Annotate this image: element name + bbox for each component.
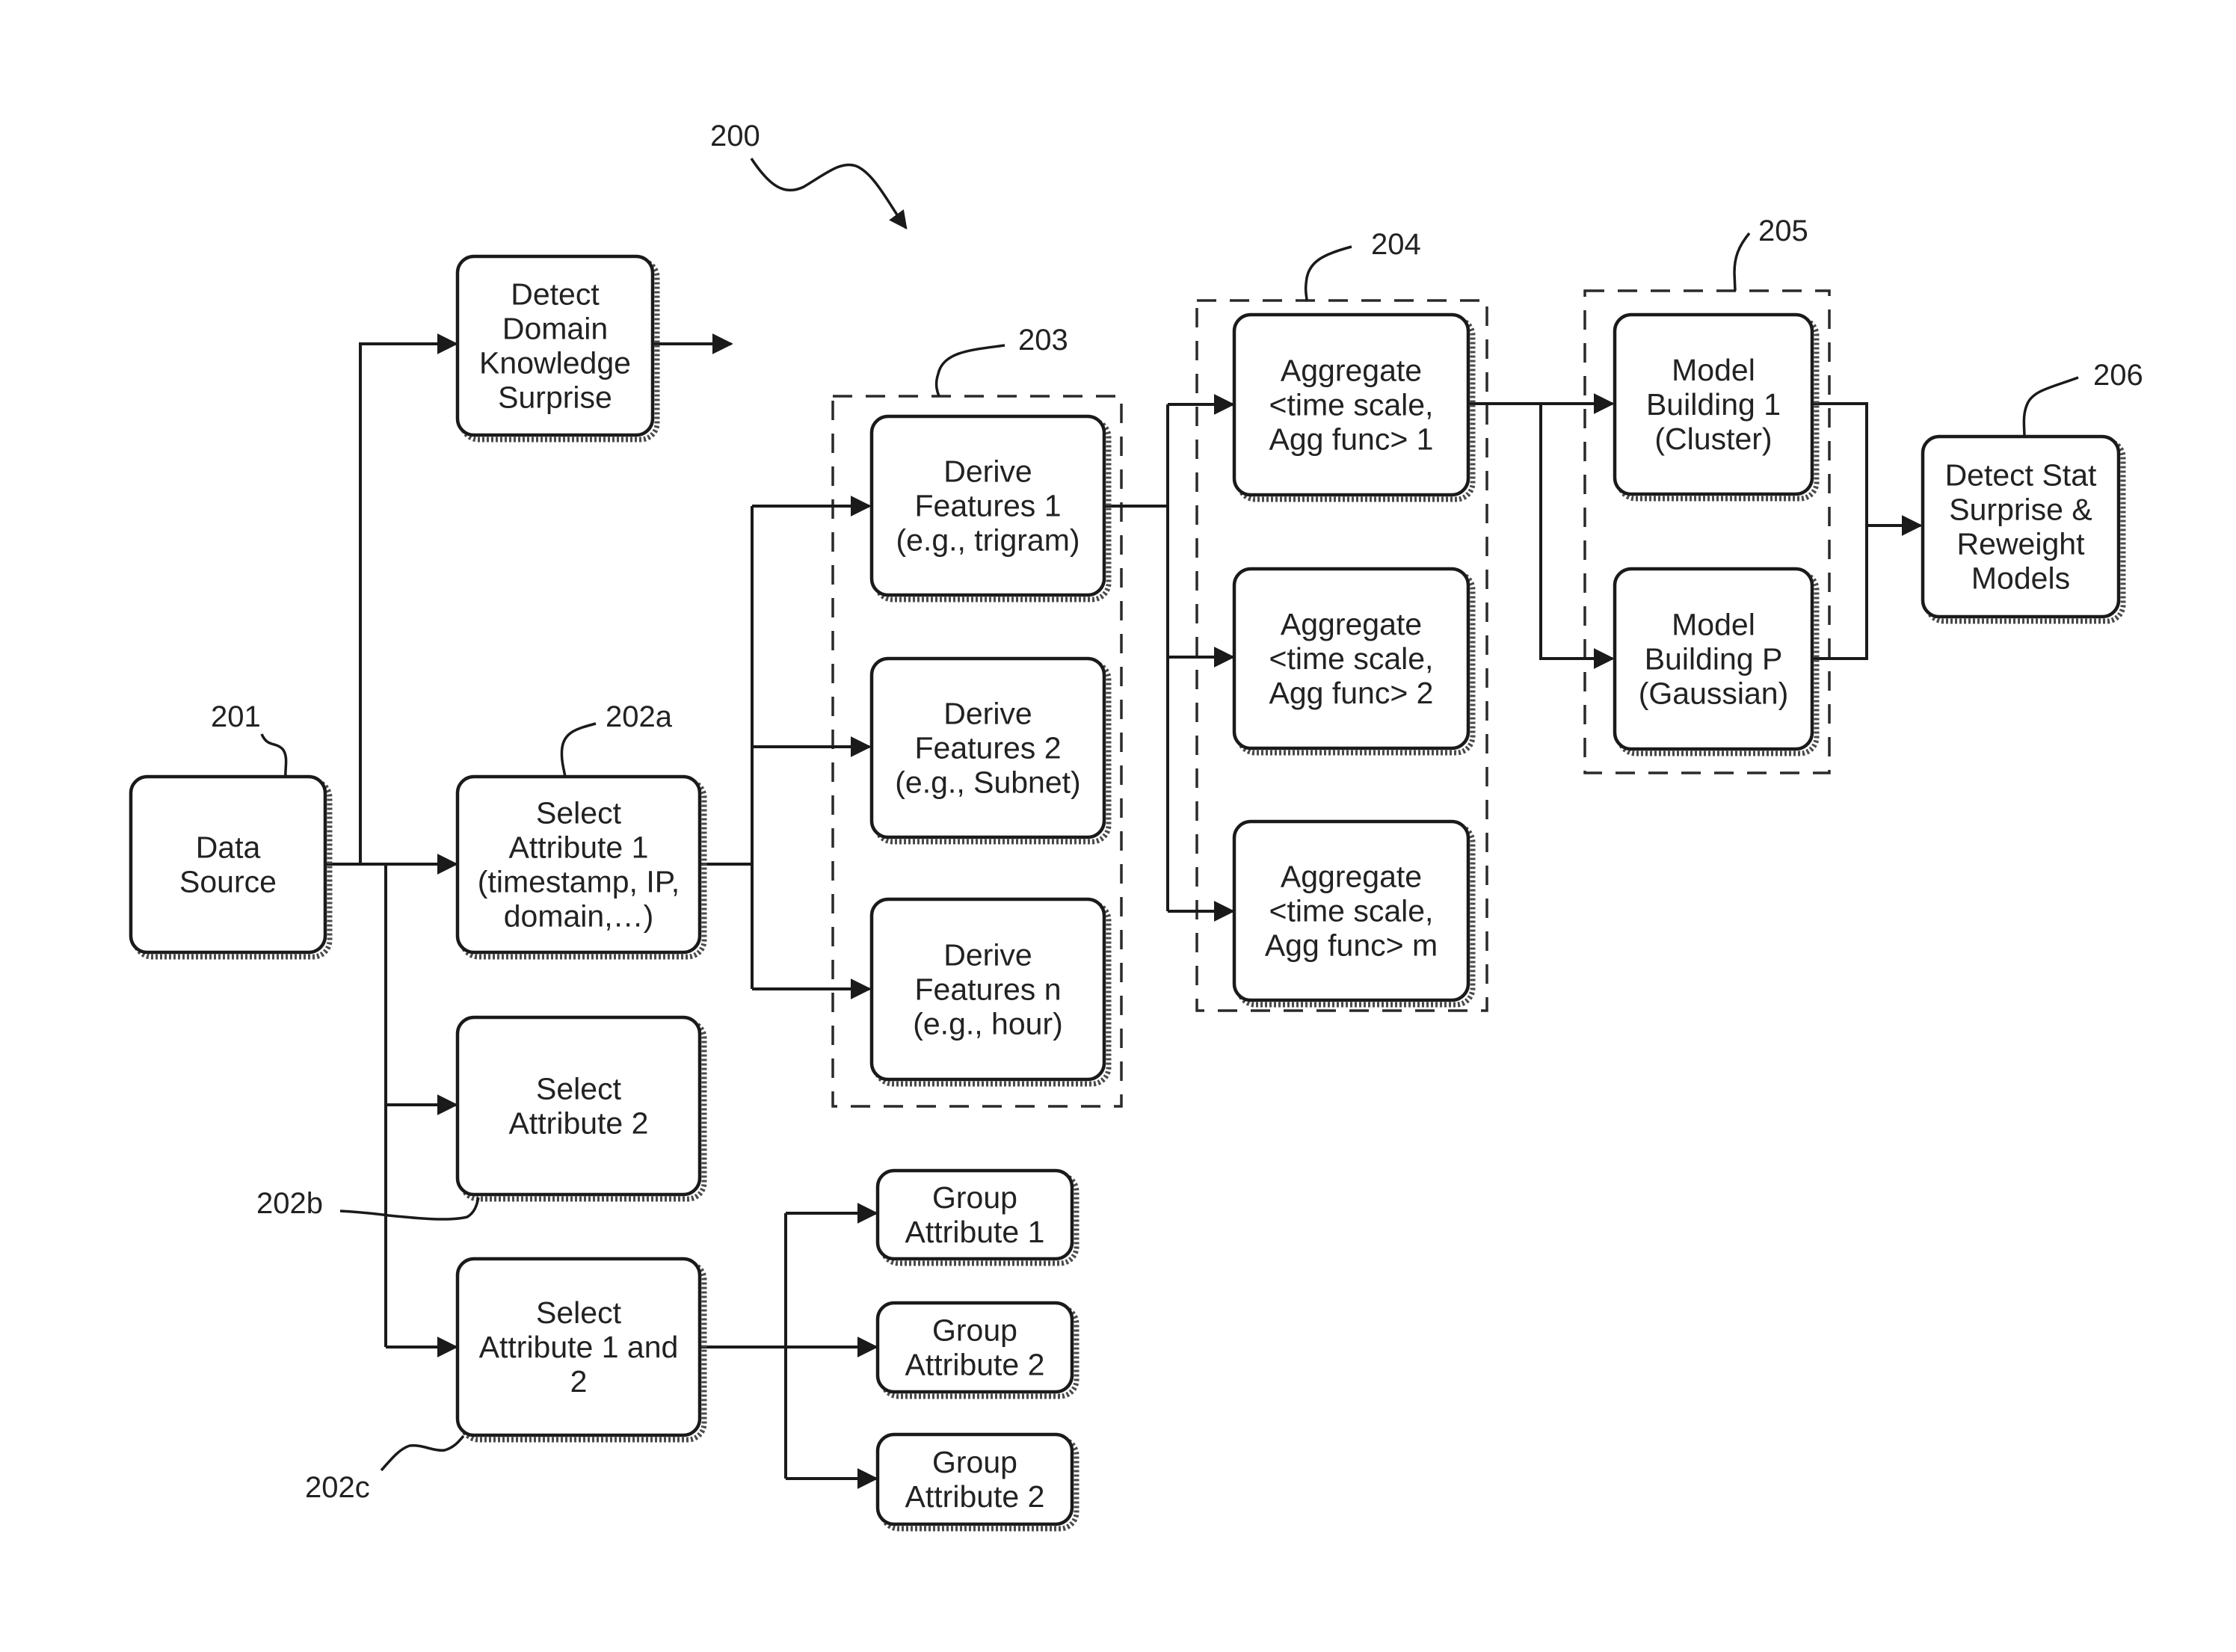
box-label-line: Building P	[1645, 642, 1783, 676]
ref-205-label: 205	[1758, 215, 1808, 247]
box-label-line: Surprise	[498, 380, 612, 415]
box-label-line: Knowledge	[479, 346, 631, 380]
box-label-line: Reweight	[1957, 527, 2086, 561]
box-label-line: <time scale,	[1269, 641, 1434, 676]
box-label-line: Select	[536, 796, 622, 830]
flow-diagram: 200 203 204 205 DataSourceDetectDomainKn…	[129, 120, 2143, 1532]
box-label-line: Attribute 2	[905, 1348, 1045, 1382]
select-attribute-1-and-2-box: SelectAttribute 1 and2	[455, 1257, 707, 1443]
ref-201-leader	[260, 733, 288, 777]
derive-features-2-box: DeriveFeatures 2(e.g., Subnet)	[869, 656, 1112, 845]
ref-204-label: 204	[1371, 228, 1421, 261]
box-label-line: Attribute 1 and	[479, 1330, 679, 1364]
box-label-line: Aggregate	[1281, 607, 1422, 641]
ref-206-label: 206	[2093, 359, 2143, 392]
aggregate-1-box: Aggregate<time scale,Agg func> 1	[1232, 312, 1476, 502]
box-label-line: (e.g., trigram)	[896, 523, 1079, 558]
box-label-line: Attribute 2	[509, 1106, 649, 1141]
connector	[1539, 404, 1615, 669]
connector	[359, 333, 458, 864]
box-label-line: Aggregate	[1281, 354, 1422, 388]
ref-203-leader	[934, 344, 1005, 397]
box-label-line: Agg func> 2	[1269, 676, 1434, 710]
detect-stat-surprise-box: Detect StatSurprise &ReweightModels	[1921, 434, 2126, 624]
ref-202b-label: 202b	[256, 1187, 323, 1220]
nodes: DataSourceDetectDomainKnowledgeSurpriseS…	[129, 254, 2126, 1532]
ref-202a-label: 202a	[606, 700, 673, 733]
connector	[1813, 402, 1868, 660]
ref-201-label: 201	[211, 700, 261, 733]
derive-features-1-box: DeriveFeatures 1(e.g., trigram)	[869, 414, 1112, 602]
box-label-line: Data	[196, 830, 261, 865]
box-label-line: (e.g., Subnet)	[895, 765, 1080, 800]
select-attribute-1-box: SelectAttribute 1(timestamp, IP,domain,……	[455, 774, 707, 960]
box-label-line: Select	[536, 1295, 622, 1330]
data-source-box: DataSource	[129, 774, 333, 960]
aggregate-m-box: Aggregate<time scale,Agg func> m	[1232, 819, 1476, 1008]
box-label-line: 2	[570, 1364, 588, 1399]
ref-206-leader	[2022, 376, 2079, 437]
box-label-line: <time scale,	[1269, 894, 1434, 928]
box-label-line: Attribute 1	[509, 830, 649, 865]
aggregate-2-box: Aggregate<time scale,Agg func> 2	[1232, 567, 1476, 756]
box-label-line: Group	[932, 1445, 1017, 1479]
box-label-line: (Cluster)	[1654, 422, 1772, 456]
ref-203-label: 203	[1018, 324, 1068, 357]
figure-reference-arrow	[750, 158, 908, 229]
select-attribute-2-box: SelectAttribute 2	[455, 1015, 707, 1202]
box-label-line: (timestamp, IP,	[478, 865, 680, 899]
box-label-line: Aggregate	[1281, 860, 1422, 894]
box-label-line: Models	[1971, 561, 2070, 596]
box-label-line: Model	[1672, 608, 1755, 642]
box-label-line: Derive	[943, 697, 1032, 731]
ref-205-leader	[1733, 232, 1751, 292]
box-label-line: Model	[1672, 353, 1755, 387]
box-label-line: domain,…)	[504, 899, 654, 934]
box-label-line: Agg func> 1	[1269, 422, 1434, 457]
model-building-p-box: ModelBuilding P(Gaussian)	[1613, 567, 1820, 756]
box-label-line: Derive	[943, 938, 1032, 973]
box-label-line: Select	[536, 1072, 622, 1106]
ref-202b-leader	[339, 1197, 480, 1221]
ref-202a-leader	[560, 722, 597, 777]
group-attribute-1-box: GroupAttribute 1	[875, 1168, 1079, 1266]
box-label-line: Group	[932, 1313, 1017, 1348]
figure-reference-label: 200	[710, 120, 760, 152]
box-label-line: (Gaussian)	[1639, 676, 1789, 711]
ref-202c-leader	[380, 1434, 465, 1472]
box-label-line: Source	[179, 865, 277, 899]
group-attribute-2-box: GroupAttribute 2	[875, 1301, 1079, 1399]
ref-204-leader	[1304, 245, 1352, 301]
box-label-line: Attribute 1	[905, 1215, 1045, 1249]
model-building-1-box: ModelBuilding 1(Cluster)	[1613, 312, 1820, 502]
box-label-line: Building 1	[1646, 387, 1781, 422]
box-label-line: Detect Stat	[1945, 458, 2097, 493]
box-label-line: Features n	[915, 973, 1062, 1007]
box-label-line: Domain	[502, 312, 608, 346]
detect-domain-surprise-box: DetectDomainKnowledgeSurprise	[455, 254, 660, 443]
box-label-line: <time scale,	[1269, 388, 1434, 422]
box-label-line: Agg func> m	[1265, 928, 1438, 963]
group-attribute-2b-box: GroupAttribute 2	[875, 1432, 1079, 1532]
box-label-line: Attribute 2	[905, 1479, 1045, 1514]
ref-202c-label: 202c	[305, 1471, 370, 1504]
box-label-line: Derive	[943, 454, 1032, 489]
box-label-line: Detect	[511, 277, 600, 312]
box-label-line: Group	[932, 1180, 1017, 1215]
box-label-line: (e.g., hour)	[913, 1007, 1063, 1041]
box-label-line: Features 2	[915, 731, 1062, 765]
box-label-line: Features 1	[915, 489, 1062, 523]
derive-features-n-box: DeriveFeatures n(e.g., hour)	[869, 897, 1112, 1087]
box-label-line: Surprise &	[1949, 493, 2092, 527]
